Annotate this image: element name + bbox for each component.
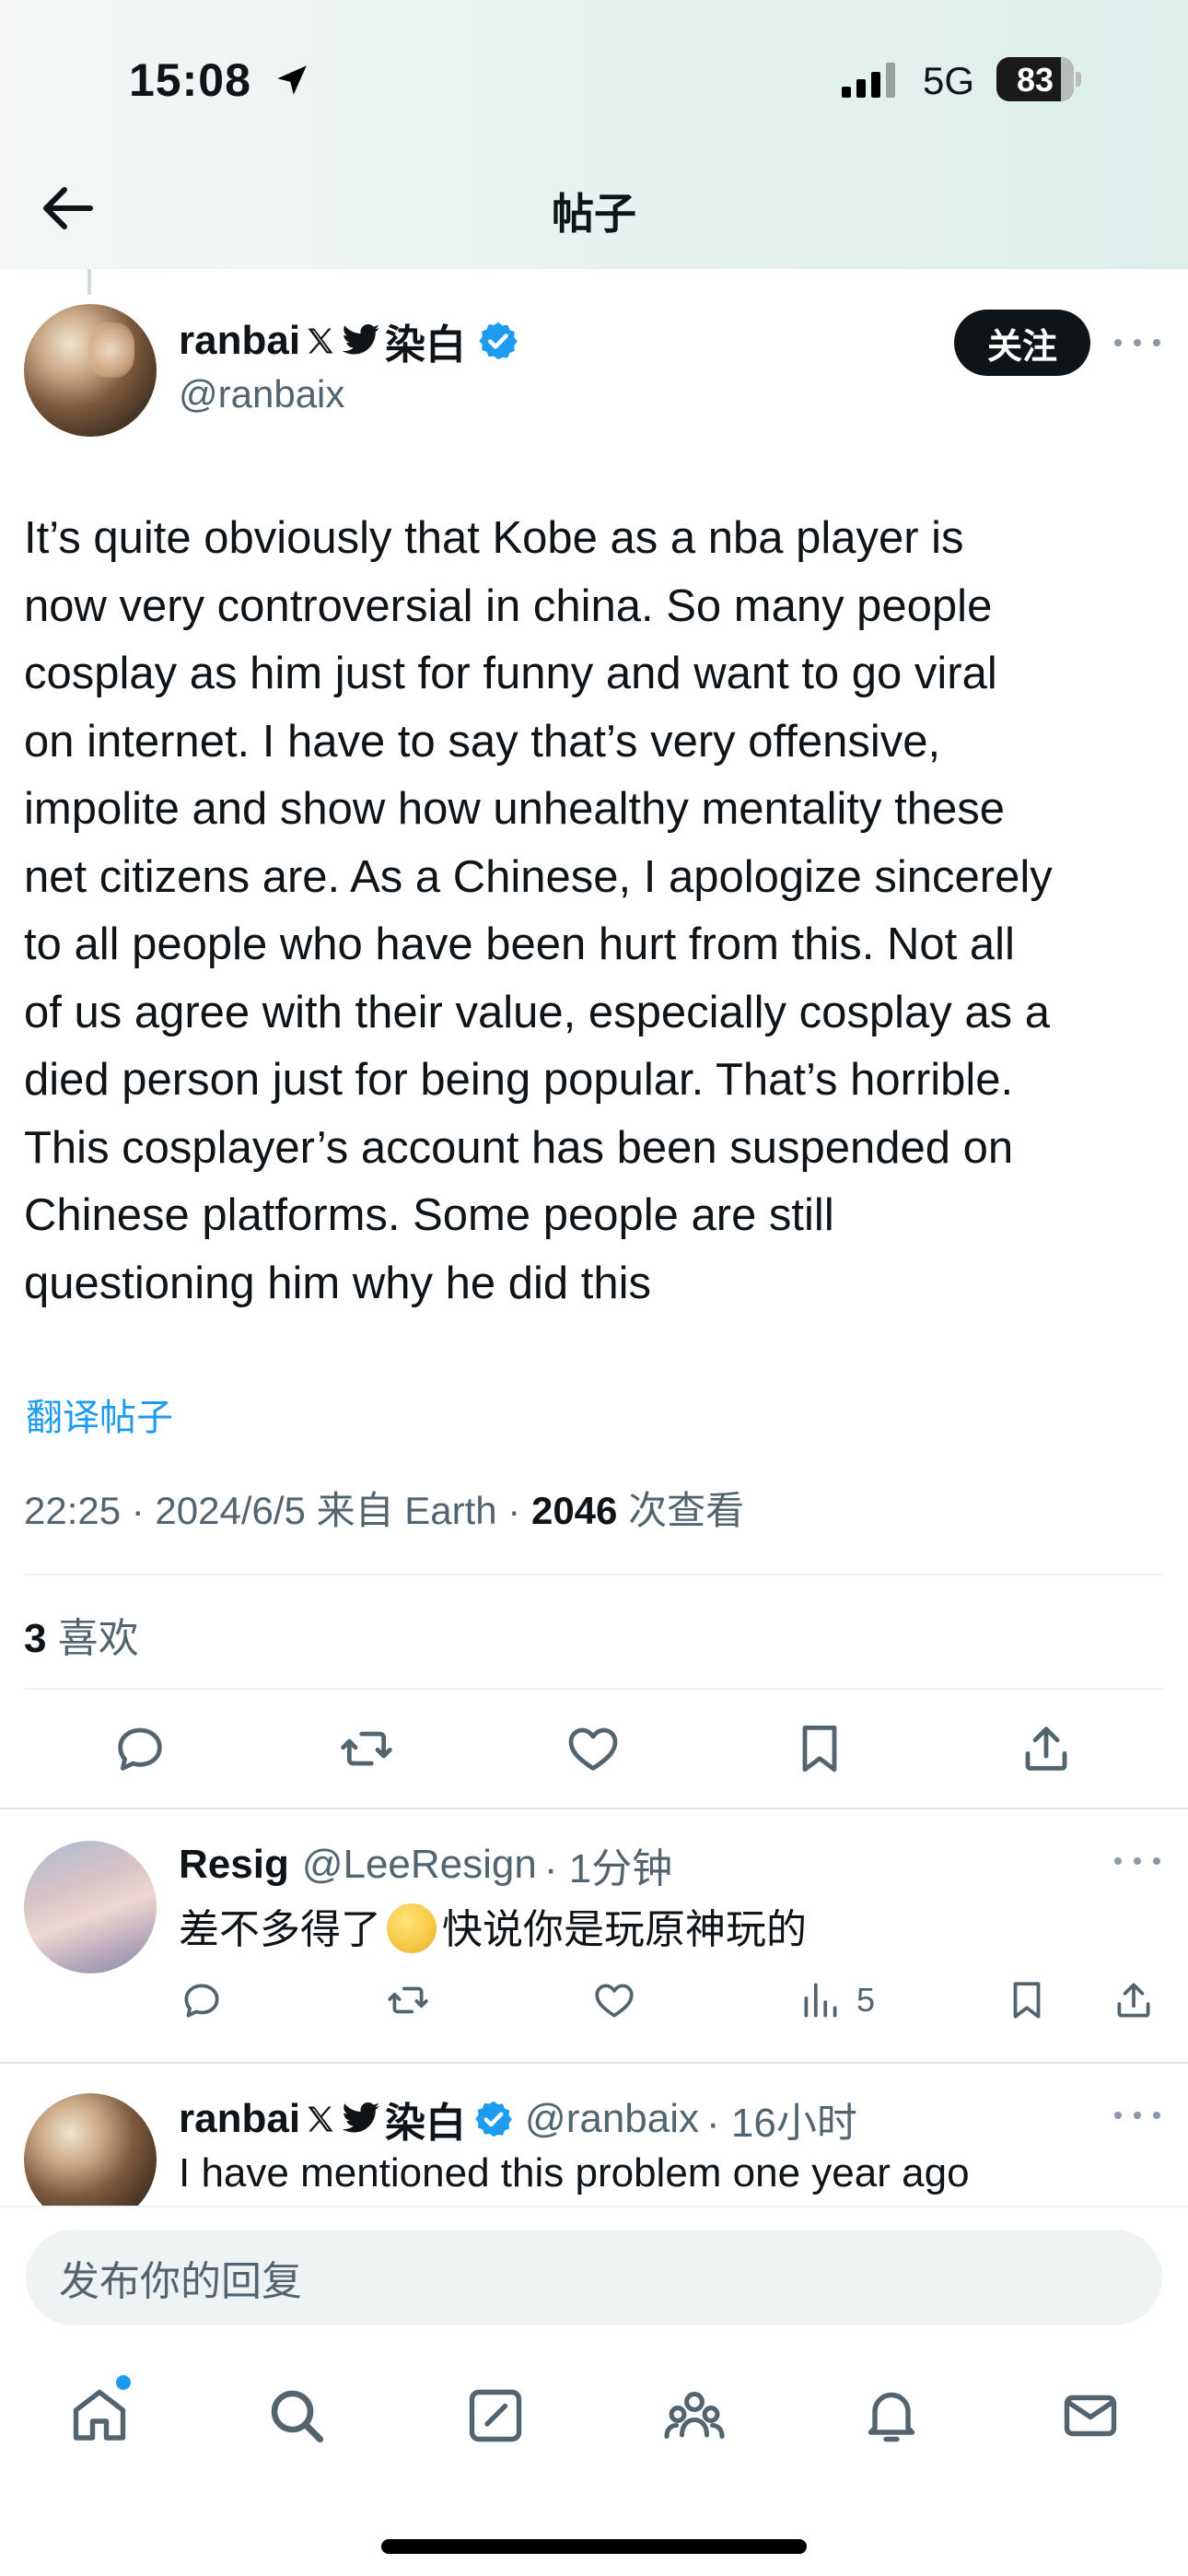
network-type-label: 5G [923, 59, 975, 102]
likes-label: 喜欢 [46, 1616, 139, 1661]
reply-view-count: 5 [856, 1981, 876, 2019]
divider [24, 1688, 1164, 1690]
author-name-cjk: 染白 [385, 322, 467, 368]
grinning-sweat-emoji-icon [387, 1903, 437, 1954]
reply-time: · 1分钟 [543, 1846, 673, 1891]
author-avatar[interactable] [24, 304, 157, 437]
reply-header[interactable]: ranbai 染白 @ranbaix · 16小时 [179, 2090, 857, 2149]
page-title: 帖子 [552, 190, 636, 238]
bookmark-icon[interactable] [790, 1719, 849, 1778]
notifications-icon[interactable] [858, 2383, 925, 2449]
reply-avatar[interactable] [24, 1841, 157, 1973]
author-name-row[interactable]: ranbai 染白 [179, 315, 519, 368]
home-icon[interactable] [66, 2383, 133, 2449]
divider [24, 1574, 1164, 1575]
reply-text-part: 快说你是玩原神玩的 [442, 1907, 807, 1952]
reply-composer-input[interactable]: 发布你的回复 [26, 2230, 1162, 2325]
x-logo-icon [308, 2106, 333, 2132]
like-icon[interactable] [591, 1977, 637, 2023]
reply-header[interactable]: Resig @LeeResign · 1分钟 [179, 1835, 672, 1894]
more-options-icon[interactable] [1114, 1852, 1160, 1870]
communities-icon[interactable] [661, 2383, 728, 2449]
share-icon[interactable] [1111, 1977, 1157, 2023]
reply-icon[interactable] [179, 1977, 225, 2023]
author-name: ranbai [179, 318, 301, 363]
reply-author-handle: @LeeResign [301, 1842, 537, 1887]
post-meta: 22:25 · 2024/6/5 来自 Earth · 2046 次查看 [24, 1480, 744, 1536]
x-logo-icon [308, 328, 333, 354]
home-indicator [381, 2539, 807, 2554]
share-icon[interactable] [1017, 1719, 1076, 1778]
bookmark-icon[interactable] [1004, 1977, 1050, 2023]
views-label: 次查看 [617, 1489, 745, 1532]
post-text: It’s quite obviously that Kobe as a nba … [24, 513, 1053, 1308]
reply-text-part: 差不多得了 [179, 1907, 381, 1952]
post-timestamp-source: 22:25 · 2024/6/5 来自 Earth · [24, 1489, 531, 1532]
reply-time: · 16小时 [706, 2101, 857, 2146]
translate-post-link[interactable]: 翻译帖子 [26, 1388, 173, 1441]
search-icon[interactable] [263, 2383, 330, 2449]
repost-icon[interactable] [385, 1977, 431, 2023]
reply-text: 差不多得了 快说你是玩原神玩的 [179, 1896, 807, 1957]
author-handle[interactable]: @ranbaix [179, 372, 344, 416]
verified-badge-icon [475, 2101, 512, 2137]
divider [0, 2062, 1188, 2064]
more-options-icon[interactable] [1114, 2106, 1160, 2125]
cellular-signal-icon [842, 63, 895, 98]
battery-icon: 83 [996, 57, 1081, 101]
status-bar: 15:08 5G 83 [0, 0, 1188, 166]
analytics-icon[interactable] [798, 1977, 844, 2023]
compose-icon[interactable] [462, 2383, 529, 2449]
reply-author-handle: @ranbaix [525, 2096, 700, 2141]
reply-author-name: ranbai [179, 2096, 301, 2141]
home-notification-dot [116, 2375, 131, 2390]
reply-author-name: Resig [179, 1842, 289, 1887]
battery-percentage: 83 [1016, 61, 1054, 99]
messages-icon[interactable] [1057, 2383, 1124, 2449]
status-time: 15:08 [129, 54, 251, 106]
reply-author-name-cjk: 染白 [385, 2101, 467, 2146]
views-count: 2046 [530, 1489, 618, 1532]
more-options-icon[interactable] [1114, 334, 1160, 352]
like-icon[interactable] [564, 1719, 623, 1778]
bird-icon [342, 2102, 380, 2133]
follow-button[interactable]: 关注 [954, 310, 1090, 376]
reply-text: I have mentioned this problem one year a… [179, 2150, 970, 2195]
divider [0, 1808, 1188, 1809]
bird-icon [342, 324, 380, 355]
likes-summary[interactable]: 3 喜欢 [24, 1605, 139, 1664]
thread-connector [87, 269, 91, 295]
location-arrow-icon [277, 65, 307, 95]
likes-count: 3 [24, 1616, 47, 1661]
verified-badge-icon [479, 322, 518, 360]
reply-icon[interactable] [111, 1719, 169, 1778]
repost-icon[interactable] [337, 1719, 396, 1778]
